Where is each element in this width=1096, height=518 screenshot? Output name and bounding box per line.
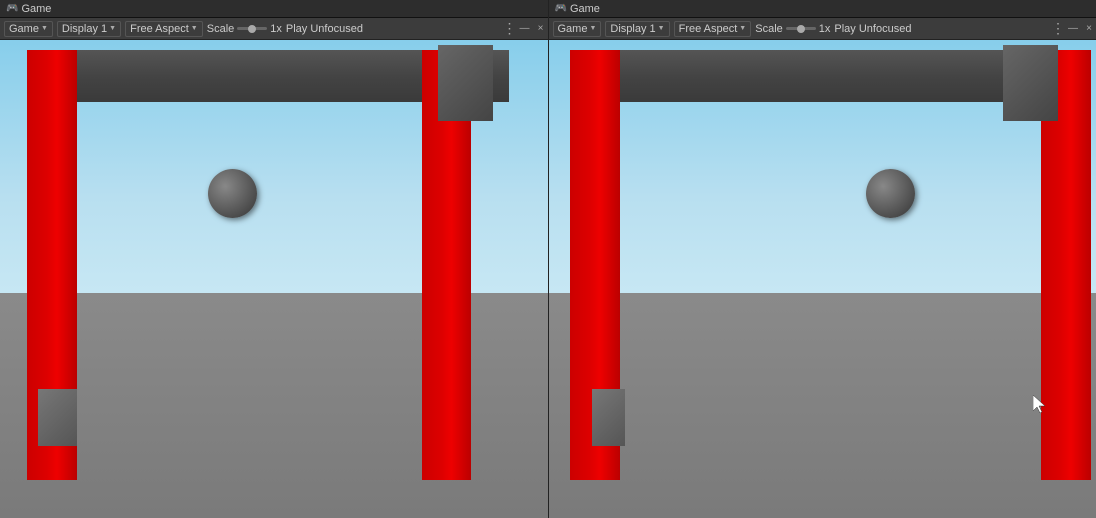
tab-text-right: Game [570,3,600,15]
tab-bar-right: 🎮 Game [549,0,1096,18]
game-dropdown-arrow-left: ▼ [41,25,48,32]
scale-control-left: Scale 1x [207,23,282,35]
game-icon-left: 🎮 [6,3,18,14]
scale-value-right: 1x [819,23,831,35]
game-panel-left: 🎮 Game Game ▼ Display 1 ▼ Free Aspect ▼ … [0,0,549,518]
display-dropdown-arrow-left: ▼ [109,25,116,32]
scale-slider-thumb-left [248,25,256,33]
minimize-button-right[interactable]: — [1068,23,1078,34]
display-dropdown-arrow-right: ▼ [658,25,665,32]
aspect-dropdown-right[interactable]: Free Aspect ▼ [674,21,752,37]
scale-control-right: Scale 1x [755,23,830,35]
sphere-left [208,169,257,218]
more-options-dots-left[interactable]: ⋮ [503,20,516,37]
game-viewport-left[interactable] [0,40,548,518]
close-button-left[interactable]: × [538,23,544,34]
bottom-box-left [38,389,76,446]
scale-slider-right[interactable] [786,27,816,30]
play-unfocused-button-right[interactable]: Play Unfocused [834,23,911,35]
game-viewport-right[interactable] [549,40,1096,518]
gate-top-bar-right [570,50,1063,103]
game-dropdown-left[interactable]: Game ▼ [4,21,53,37]
top-box-left [438,45,493,121]
cursor-right [1033,395,1047,413]
scale-slider-thumb-right [797,25,805,33]
game-panel-right: 🎮 Game Game ▼ Display 1 ▼ Free Aspect ▼ … [549,0,1096,518]
tab-label-left[interactable]: 🎮 Game [6,3,51,15]
minimize-button-left[interactable]: — [520,23,530,34]
toolbar-right: Game ▼ Display 1 ▼ Free Aspect ▼ Scale 1… [549,18,1096,40]
tab-text-left: Game [21,3,51,15]
aspect-dropdown-left[interactable]: Free Aspect ▼ [125,21,203,37]
display-dropdown-left[interactable]: Display 1 ▼ [57,21,121,37]
close-button-right[interactable]: × [1086,23,1092,34]
scene-right [549,40,1096,518]
more-options-dots-right[interactable]: ⋮ [1051,20,1064,37]
play-unfocused-button-left[interactable]: Play Unfocused [286,23,363,35]
top-box-right [1003,45,1058,121]
display-dropdown-right[interactable]: Display 1 ▼ [605,21,669,37]
aspect-dropdown-arrow-left: ▼ [191,25,198,32]
tab-bar-left: 🎮 Game [0,0,548,18]
toolbar-left: Game ▼ Display 1 ▼ Free Aspect ▼ Scale 1… [0,18,548,40]
sphere-right [866,169,915,218]
scene-left [0,40,548,518]
game-dropdown-arrow-right: ▼ [589,25,596,32]
game-icon-right: 🎮 [555,3,567,14]
bottom-box-right [592,389,625,446]
game-dropdown-right[interactable]: Game ▼ [553,21,602,37]
tab-label-right[interactable]: 🎮 Game [555,3,600,15]
scale-value-left: 1x [270,23,282,35]
aspect-dropdown-arrow-right: ▼ [739,25,746,32]
scale-slider-left[interactable] [237,27,267,30]
